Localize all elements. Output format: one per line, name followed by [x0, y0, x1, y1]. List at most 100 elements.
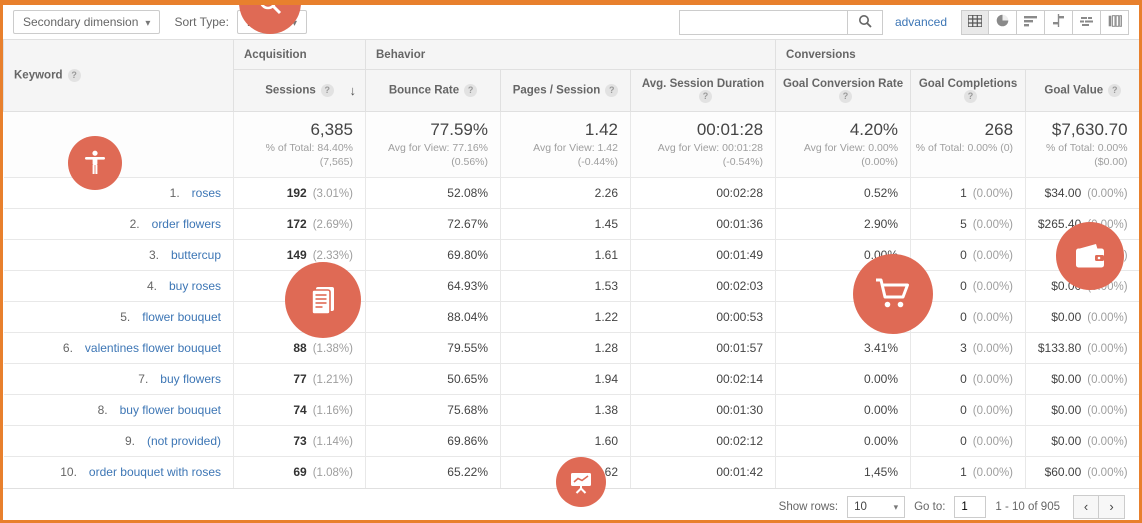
keyword-link[interactable]: buy roses — [169, 279, 221, 293]
table-row: 8.buy flower bouquet 74(1.16%) 75.68% 1.… — [4, 395, 1140, 426]
pages-session-column-header[interactable]: Pages / Session? — [501, 70, 631, 112]
sessions-header-label: Sessions — [265, 85, 316, 97]
sessions-column-header[interactable]: Sessions? ↓ — [234, 70, 366, 112]
goal-conversion-rate-cell: 0.52% — [776, 178, 911, 209]
goal-completions-cell: 0(0.00%) — [911, 426, 1026, 457]
search-input[interactable] — [679, 10, 847, 35]
row-number: 10. — [53, 465, 77, 479]
presentation-badge — [556, 457, 606, 507]
previous-page-button[interactable]: ‹ — [1073, 495, 1099, 519]
search-button[interactable] — [847, 10, 883, 35]
wallet-badge — [1056, 222, 1124, 290]
goal-conversion-rate-cell: 0.00% — [776, 426, 911, 457]
help-icon[interactable]: ? — [321, 84, 334, 97]
bounce-rate-cell: 50.65% — [366, 364, 501, 395]
goal-value-header-label: Goal Value — [1044, 85, 1103, 97]
row-number: 4. — [133, 279, 157, 293]
avg-session-duration-cell: 00:02:03 — [631, 271, 776, 302]
sessions-cell: 74(1.16%) — [234, 395, 366, 426]
help-icon[interactable]: ? — [964, 90, 977, 103]
sessions-cell: 149(2.33%) — [234, 240, 366, 271]
avg-session-duration-cell: 00:02:12 — [631, 426, 776, 457]
acquisition-group-header: Acquisition — [234, 40, 366, 70]
goal-completions-column-header[interactable]: Goal Completions ? — [911, 70, 1026, 112]
table-row: 2.order flowers 172(2.69%) 72.67% 1.45 0… — [4, 209, 1140, 240]
table-row: 4.buy roses 64.93% 1.53 00:02:03 0(0.00%… — [4, 271, 1140, 302]
row-number: 2. — [116, 217, 140, 231]
goal-conversion-rate-cell: 2.90% — [776, 209, 911, 240]
goal-completions-header-label: Goal Completions — [919, 78, 1017, 90]
table-view-button[interactable] — [961, 10, 989, 35]
help-icon[interactable]: ? — [839, 90, 852, 103]
keyword-link[interactable]: flower bouquet — [142, 310, 221, 324]
sessions-cell: 192(3.01%) — [234, 178, 366, 209]
help-icon[interactable]: ? — [1108, 84, 1121, 97]
bounce-rate-cell: 69.86% — [366, 426, 501, 457]
goal-value-column-header[interactable]: Goal Value? — [1026, 70, 1140, 112]
bounce-rate-column-header[interactable]: Bounce Rate? — [366, 70, 501, 112]
keyword-link[interactable]: (not provided) — [147, 434, 221, 448]
conversions-group-header: Conversions — [776, 40, 1140, 70]
performance-view-button[interactable] — [1017, 10, 1045, 35]
accessibility-person-icon — [84, 150, 106, 176]
goal-value-cell: $34.00(0.00%) — [1026, 178, 1140, 209]
search-icon — [257, 0, 283, 16]
shopping-cart-icon — [874, 277, 912, 311]
secondary-dimension-button[interactable]: Secondary dimension — [13, 10, 160, 34]
performance-bars-icon — [1024, 15, 1037, 30]
sessions-cell: 77(1.21%) — [234, 364, 366, 395]
sessions-cell: 69(1.08%) — [234, 457, 366, 488]
bounce-rate-header-label: Bounce Rate — [389, 85, 459, 97]
keyword-link[interactable]: roses — [192, 186, 221, 200]
pages-session-cell: 2.26 — [501, 178, 631, 209]
help-icon[interactable]: ? — [68, 69, 81, 82]
table-icon — [968, 15, 982, 30]
pages-session-header-label: Pages / Session — [513, 85, 601, 97]
table-row: 9.(not provided) 73(1.14%) 69.86% 1.60 0… — [4, 426, 1140, 457]
report-window: Secondary dimension Sort Type: Default a… — [0, 0, 1142, 523]
table-toolbar: Secondary dimension Sort Type: Default a… — [3, 5, 1139, 39]
bounce-rate-cell: 88.04% — [366, 302, 501, 333]
row-number: 3. — [135, 248, 159, 262]
presentation-chart-icon — [569, 470, 593, 494]
bounce-rate-cell: 79.55% — [366, 333, 501, 364]
keyword-link[interactable]: buttercup — [171, 248, 221, 262]
keyword-link[interactable]: order flowers — [152, 217, 221, 231]
bounce-rate-cell: 75.68% — [366, 395, 501, 426]
wallet-icon — [1074, 242, 1106, 270]
table-row: 3.buttercup 149(2.33%) 69.80% 1.61 00:01… — [4, 240, 1140, 271]
table-row: 1.roses 192(3.01%) 52.08% 2.26 00:02:28 … — [4, 178, 1140, 209]
term-cloud-view-button[interactable] — [1073, 10, 1101, 35]
goal-completions-cell: 0(0.00%) — [911, 364, 1026, 395]
totals-goal-value: $7,630.70% of Total: 0.00%($0.00) — [1026, 112, 1140, 178]
advanced-search-link[interactable]: advanced — [895, 15, 947, 29]
bounce-rate-cell: 65.22% — [366, 457, 501, 488]
goal-value-cell: $0.00(0.00%) — [1026, 426, 1140, 457]
comparison-view-button[interactable] — [1045, 10, 1073, 35]
avg-session-duration-cell: 00:02:14 — [631, 364, 776, 395]
keyword-link[interactable]: valentines flower bouquet — [85, 341, 221, 355]
sessions-cell: 73(1.14%) — [234, 426, 366, 457]
totals-pages-session: 1.42Avg for View: 1.42(-0.44%) — [501, 112, 631, 178]
keyword-column-header[interactable]: Keyword? — [4, 40, 234, 112]
keyword-link[interactable]: buy flower bouquet — [120, 403, 221, 417]
bounce-rate-cell: 64.93% — [366, 271, 501, 302]
avg-session-duration-cell: 00:00:53 — [631, 302, 776, 333]
percentage-view-button[interactable] — [989, 10, 1017, 35]
next-page-button[interactable]: › — [1099, 495, 1125, 519]
keyword-link[interactable]: order bouquet with roses — [89, 465, 221, 479]
chevron-down-icon — [894, 501, 899, 513]
goal-conversion-rate-column-header[interactable]: Goal Conversion Rate? — [776, 70, 911, 112]
row-range-label: 1 - 10 of 905 — [995, 501, 1060, 513]
keyword-link[interactable]: buy flowers — [160, 372, 221, 386]
bounce-rate-cell: 72.67% — [366, 209, 501, 240]
show-rows-select[interactable]: 10 — [847, 496, 905, 518]
pivot-icon — [1108, 15, 1122, 30]
pivot-view-button[interactable] — [1101, 10, 1129, 35]
goto-page-input[interactable] — [954, 496, 986, 518]
goal-value-cell: $0.00(0.00%) — [1026, 302, 1140, 333]
avg-session-duration-column-header[interactable]: Avg. Session Duration? — [631, 70, 776, 112]
help-icon[interactable]: ? — [699, 90, 712, 103]
help-icon[interactable]: ? — [464, 84, 477, 97]
help-icon[interactable]: ? — [605, 84, 618, 97]
